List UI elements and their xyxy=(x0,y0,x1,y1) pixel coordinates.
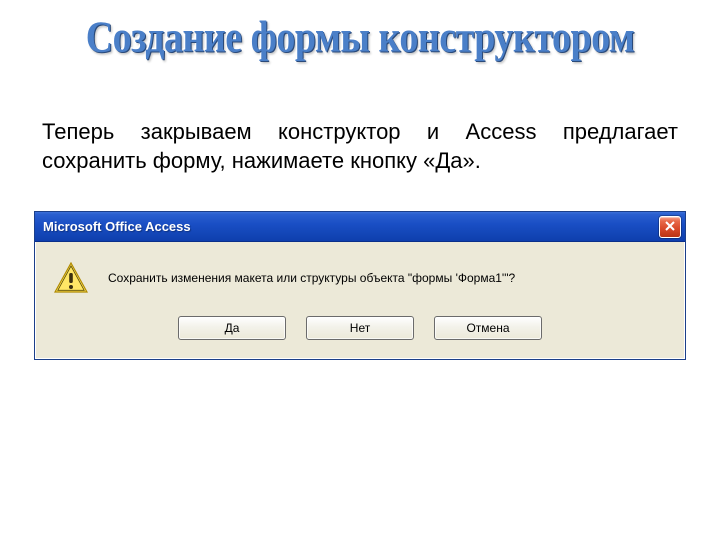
dialog-titlebar: Microsoft Office Access xyxy=(35,212,685,242)
warning-icon xyxy=(54,262,88,294)
close-button[interactable] xyxy=(659,216,681,238)
cancel-button[interactable]: Отмена xyxy=(434,316,542,340)
slide-title: Создание формы конструктором xyxy=(0,0,720,63)
dialog-content-row: Сохранить изменения макета или структуры… xyxy=(54,262,666,294)
dialog-window: Microsoft Office Access Сохранить измене… xyxy=(34,211,686,360)
close-icon xyxy=(665,218,675,236)
dialog-message: Сохранить изменения макета или структуры… xyxy=(108,271,515,285)
no-button[interactable]: Нет xyxy=(306,316,414,340)
yes-button[interactable]: Да xyxy=(178,316,286,340)
dialog-body: Сохранить изменения макета или структуры… xyxy=(35,242,685,359)
slide-body-text: Теперь закрываем конструктор и Access пр… xyxy=(0,58,720,175)
dialog-title: Microsoft Office Access xyxy=(43,219,191,234)
dialog-button-row: Да Нет Отмена xyxy=(54,316,666,340)
